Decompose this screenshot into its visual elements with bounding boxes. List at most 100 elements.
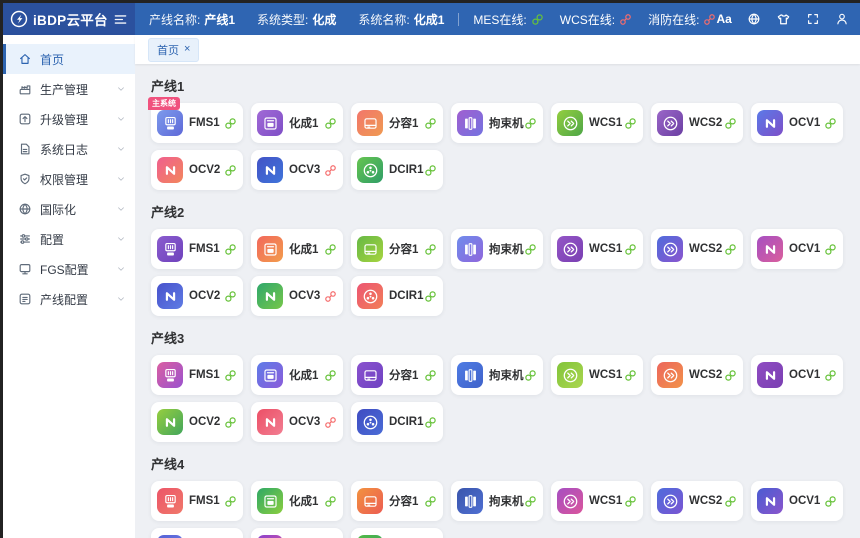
system-card[interactable]: OCV1 bbox=[751, 103, 843, 143]
system-card[interactable]: 分容1 bbox=[351, 355, 443, 395]
system-card[interactable]: 化成1 bbox=[251, 355, 343, 395]
broken-link-icon[interactable] bbox=[324, 290, 337, 303]
link-icon[interactable] bbox=[824, 369, 837, 382]
link-icon[interactable] bbox=[224, 369, 237, 382]
user-button[interactable] bbox=[835, 12, 849, 26]
main-area: 首页 × 产线1FMS1主系统化成1分容1拘束机WCS1WCS2OCV1OCV2… bbox=[135, 35, 860, 538]
card-label: OCV2 bbox=[189, 416, 224, 428]
link-icon[interactable] bbox=[624, 369, 637, 382]
system-card[interactable]: WCS2 bbox=[651, 481, 743, 521]
system-card[interactable]: 化成1 bbox=[251, 229, 343, 269]
link-icon[interactable] bbox=[724, 495, 737, 508]
system-card[interactable]: OCV3 bbox=[251, 276, 343, 316]
system-card[interactable]: 分容1 bbox=[351, 229, 443, 269]
link-icon[interactable] bbox=[224, 416, 237, 429]
link-icon[interactable] bbox=[724, 117, 737, 130]
system-card[interactable]: 化成1 bbox=[251, 481, 343, 521]
language-button[interactable] bbox=[747, 12, 761, 26]
link-icon[interactable] bbox=[624, 243, 637, 256]
link-icon[interactable] bbox=[424, 495, 437, 508]
sidebar-item-line-config[interactable]: 产线配置 bbox=[3, 284, 135, 314]
tab-home[interactable]: 首页 × bbox=[148, 38, 199, 62]
system-card[interactable]: WCS1 bbox=[551, 229, 643, 269]
sidebar-item-home[interactable]: 首页 bbox=[3, 44, 135, 74]
system-card[interactable]: WCS1 bbox=[551, 103, 643, 143]
link-icon[interactable] bbox=[424, 117, 437, 130]
sidebar-item-upgrade[interactable]: 升级管理 bbox=[3, 104, 135, 134]
system-card[interactable]: WCS2 bbox=[651, 103, 743, 143]
link-icon[interactable] bbox=[824, 117, 837, 130]
system-card[interactable]: 拘束机 bbox=[451, 355, 543, 395]
link-icon[interactable] bbox=[424, 290, 437, 303]
header-status: MES在线:WCS在线:消防在线: bbox=[473, 11, 716, 28]
link-icon[interactable] bbox=[424, 164, 437, 177]
system-card[interactable]: DCIR1 bbox=[351, 276, 443, 316]
link-icon[interactable] bbox=[324, 495, 337, 508]
link-icon[interactable] bbox=[424, 243, 437, 256]
sidebar-item-permission[interactable]: 权限管理 bbox=[3, 164, 135, 194]
link-icon[interactable] bbox=[824, 243, 837, 256]
link-icon[interactable] bbox=[724, 243, 737, 256]
sidebar-item-label: FGS配置 bbox=[40, 261, 108, 278]
sidebar-item-config[interactable]: 配置 bbox=[3, 224, 135, 254]
system-card[interactable]: WCS1 bbox=[551, 355, 643, 395]
link-icon[interactable] bbox=[624, 495, 637, 508]
link-icon[interactable] bbox=[224, 495, 237, 508]
link-icon[interactable] bbox=[524, 243, 537, 256]
link-icon[interactable] bbox=[324, 117, 337, 130]
system-card[interactable]: DCIR1 bbox=[351, 402, 443, 442]
broken-link-icon[interactable] bbox=[324, 164, 337, 177]
system-card[interactable]: WCS2 bbox=[651, 355, 743, 395]
system-card[interactable]: DCIR1 bbox=[351, 150, 443, 190]
system-card[interactable]: 分容1 bbox=[351, 103, 443, 143]
link-icon[interactable] bbox=[324, 369, 337, 382]
system-card[interactable]: OCV3 bbox=[251, 528, 343, 538]
broken-link-icon[interactable] bbox=[324, 416, 337, 429]
system-card[interactable]: WCS2 bbox=[651, 229, 743, 269]
system-card[interactable]: OCV2 bbox=[151, 528, 243, 538]
link-icon[interactable] bbox=[824, 495, 837, 508]
font-size-button[interactable]: Aa bbox=[716, 12, 731, 26]
system-card[interactable]: FMS1 bbox=[151, 229, 243, 269]
system-card[interactable]: 拘束机 bbox=[451, 229, 543, 269]
system-card[interactable]: OCV1 bbox=[751, 229, 843, 269]
link-icon[interactable] bbox=[524, 369, 537, 382]
link-icon[interactable] bbox=[524, 495, 537, 508]
system-card[interactable]: OCV3 bbox=[251, 402, 343, 442]
tab-close-icon[interactable]: × bbox=[184, 44, 190, 55]
link-icon[interactable] bbox=[224, 290, 237, 303]
system-card[interactable]: FMS1 bbox=[151, 355, 243, 395]
theme-button[interactable] bbox=[776, 12, 791, 27]
system-card[interactable]: 拘束机 bbox=[451, 481, 543, 521]
link-icon[interactable] bbox=[224, 164, 237, 177]
link-icon[interactable] bbox=[224, 243, 237, 256]
link-icon[interactable] bbox=[524, 117, 537, 130]
fullscreen-button[interactable] bbox=[806, 12, 820, 26]
system-card[interactable]: OCV2 bbox=[151, 276, 243, 316]
system-card[interactable]: FMS1主系统 bbox=[151, 103, 243, 143]
link-icon[interactable] bbox=[224, 117, 237, 130]
info-label: 产线名称: bbox=[149, 13, 200, 27]
system-card[interactable]: DCIR1 bbox=[351, 528, 443, 538]
link-icon[interactable] bbox=[424, 416, 437, 429]
system-card[interactable]: OCV3 bbox=[251, 150, 343, 190]
sidebar-item-production[interactable]: 生产管理 bbox=[3, 74, 135, 104]
link-icon[interactable] bbox=[424, 369, 437, 382]
home-icon bbox=[18, 52, 32, 66]
system-card[interactable]: OCV1 bbox=[751, 481, 843, 521]
sidebar-item-i18n[interactable]: 国际化 bbox=[3, 194, 135, 224]
system-card[interactable]: FMS1 bbox=[151, 481, 243, 521]
system-card[interactable]: OCV2 bbox=[151, 402, 243, 442]
system-card[interactable]: 化成1 bbox=[251, 103, 343, 143]
system-card[interactable]: WCS1 bbox=[551, 481, 643, 521]
system-card[interactable]: OCV1 bbox=[751, 355, 843, 395]
system-card[interactable]: OCV2 bbox=[151, 150, 243, 190]
link-icon[interactable] bbox=[324, 243, 337, 256]
sidebar-item-fgs-config[interactable]: FGS配置 bbox=[3, 254, 135, 284]
link-icon[interactable] bbox=[724, 369, 737, 382]
sidebar-item-syslog[interactable]: 系统日志 bbox=[3, 134, 135, 164]
system-card[interactable]: 分容1 bbox=[351, 481, 443, 521]
link-icon[interactable] bbox=[624, 117, 637, 130]
system-card[interactable]: 拘束机 bbox=[451, 103, 543, 143]
collapse-sidebar-button[interactable] bbox=[113, 12, 128, 27]
